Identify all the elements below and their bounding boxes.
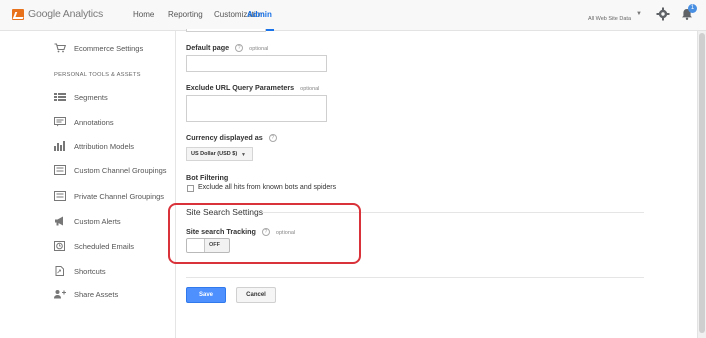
- nav-home[interactable]: Home: [133, 10, 154, 19]
- annotations-icon: [54, 117, 66, 127]
- gear-icon[interactable]: [656, 7, 670, 21]
- default-page-input[interactable]: [186, 55, 327, 72]
- share-icon: [54, 289, 66, 299]
- sidebar-item-label: Private Channel Groupings: [74, 191, 165, 201]
- notification-badge: 1: [688, 4, 697, 13]
- view-settings-form: Default page ? optional Exclude URL Quer…: [168, 29, 697, 338]
- admin-sidebar: Ecommerce Settings PERSONAL TOOLS & ASSE…: [0, 31, 176, 338]
- attribution-icon: [54, 141, 66, 151]
- exclude-url-params-textarea[interactable]: [186, 95, 327, 122]
- sidebar-item-label: Share Assets: [74, 289, 119, 299]
- sidebar-item-attribution-models[interactable]: Attribution Models: [54, 139, 134, 153]
- page-scrollbar[interactable]: [697, 31, 706, 338]
- sidebar-item-label: Attribution Models: [74, 141, 135, 151]
- top-bar: Google Analytics Home Reporting Customiz…: [0, 0, 706, 31]
- cart-icon: [54, 43, 66, 53]
- chevron-down-icon: ▼: [241, 152, 246, 158]
- help-icon[interactable]: ?: [268, 134, 277, 142]
- clock-icon: [54, 241, 66, 251]
- nav-reporting[interactable]: Reporting: [168, 10, 203, 19]
- previous-field-bottom: [186, 29, 266, 32]
- private-groupings-icon: [54, 191, 66, 201]
- nav-admin[interactable]: Admin: [247, 10, 272, 19]
- google-analytics-logo[interactable]: Google Analytics: [12, 7, 103, 23]
- megaphone-icon: [54, 216, 66, 226]
- sidebar-item-annotations[interactable]: Annotations: [54, 115, 114, 129]
- sidebar-item-label: Shortcuts: [74, 266, 106, 276]
- sidebar-item-share-assets[interactable]: Share Assets: [54, 287, 118, 301]
- currency-value: US Dollar (USD $): [191, 151, 238, 157]
- exclude-url-params-label: Exclude URL Query Parameters optional: [186, 83, 320, 92]
- sidebar-item-shortcuts[interactable]: Shortcuts: [54, 264, 106, 278]
- segments-icon: [54, 92, 66, 102]
- sidebar-item-label: Custom Alerts: [74, 216, 121, 226]
- sidebar-section-title: PERSONAL TOOLS & ASSETS: [54, 72, 141, 78]
- sidebar-item-label: Custom Channel Groupings: [74, 165, 167, 175]
- currency-label: Currency displayed as ?: [186, 133, 277, 142]
- default-page-label: Default page ? optional: [186, 43, 269, 52]
- logo-text: Google Analytics: [28, 8, 104, 20]
- analytics-logo-icon: [12, 9, 24, 20]
- sidebar-item-segments[interactable]: Segments: [54, 90, 108, 104]
- sidebar-item-label: Segments: [74, 92, 108, 102]
- bot-filtering-checkbox[interactable]: [187, 185, 194, 192]
- optional-text: optional: [300, 86, 320, 92]
- scrollbar-thumb[interactable]: [699, 33, 705, 333]
- form-divider: [186, 277, 644, 278]
- chevron-down-icon[interactable]: ▼: [636, 11, 642, 17]
- sidebar-item-ecommerce-settings[interactable]: Ecommerce Settings: [54, 41, 143, 55]
- sidebar-item-label: Ecommerce Settings: [74, 43, 144, 53]
- currency-select[interactable]: US Dollar (USD $) ▼: [186, 147, 253, 161]
- channel-groupings-icon: [54, 165, 66, 175]
- account-selector[interactable]: All Web Site Data: [588, 16, 631, 22]
- sidebar-item-private-channel-groupings[interactable]: Private Channel Groupings: [54, 189, 164, 203]
- highlight-annotation: [168, 203, 361, 264]
- save-button[interactable]: Save: [186, 287, 226, 303]
- sidebar-item-scheduled-emails[interactable]: Scheduled Emails: [54, 239, 134, 253]
- bot-filtering-label: Bot Filtering: [186, 173, 229, 182]
- sidebar-item-custom-alerts[interactable]: Custom Alerts: [54, 214, 121, 228]
- sidebar-item-label: Scheduled Emails: [74, 241, 135, 251]
- shortcuts-icon: [54, 266, 66, 276]
- notifications-bell-icon[interactable]: 1: [680, 4, 697, 21]
- sidebar-item-custom-channel-groupings[interactable]: Custom Channel Groupings: [54, 163, 167, 177]
- help-icon[interactable]: ?: [235, 44, 244, 52]
- cancel-button[interactable]: Cancel: [236, 287, 276, 303]
- optional-text: optional: [249, 46, 269, 52]
- sidebar-item-label: Annotations: [74, 117, 114, 127]
- bot-filtering-checkbox-label[interactable]: Exclude all hits from known bots and spi…: [198, 184, 336, 191]
